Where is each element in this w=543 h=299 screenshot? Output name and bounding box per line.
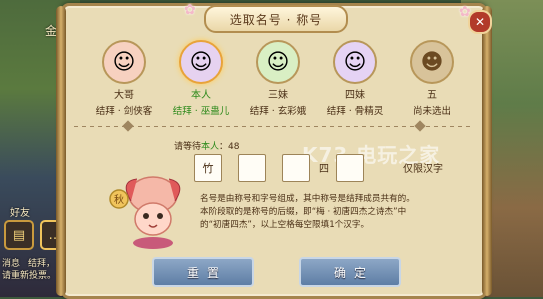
title-char-input-1[interactable]: 竹 (194, 154, 222, 182)
chat-icon[interactable]: ▤ (4, 220, 34, 250)
description-line: 名号是由称号和字号组成，其中称号是结拜成员共有的。 (200, 194, 415, 204)
bg-text-revote: 请重新投票。 (2, 271, 57, 281)
peach-mascot-icon: 秋 (109, 176, 181, 249)
title-char-input-2[interactable] (238, 154, 266, 182)
member-avatar-eldest[interactable]: ☺ 大哥 结拜 · 剑侠客 (89, 40, 159, 122)
member-avatar-third[interactable]: ☺ 三妹 结拜 · 玄彩娥 (243, 40, 313, 122)
confirm-button[interactable]: 确定 (299, 257, 401, 287)
red-hair-portrait-icon: ☺ (102, 40, 146, 84)
purple-hair-portrait-icon: ☺ (179, 40, 223, 84)
member-tag: 尚未选出 (412, 106, 451, 117)
waiting-countdown: ：48 (219, 142, 240, 152)
reset-button[interactable]: 重置 (152, 257, 254, 287)
member-tag: 结拜 · 玄彩娥 (249, 106, 307, 117)
member-avatar-row: ☺ 大哥 结拜 · 剑侠客 ☺ 本人 结拜 · 巫蛊儿 ☺ 三妹 结拜 · 玄彩… (64, 40, 484, 122)
dialog-panel: ✿ ❀ ✿ 选取名号 · 称号 ✕ ☺ 大哥 结拜 · 剑侠客 ☺ 本人 结拜 … (56, 2, 492, 299)
member-avatar-self[interactable]: ☺ 本人 结拜 · 巫蛊儿 (166, 40, 236, 122)
member-role: 四妹 (345, 90, 365, 101)
waiting-status: 请等待本人：48 (174, 139, 239, 152)
divider-ornament (414, 120, 426, 132)
member-role: 大哥 (114, 90, 134, 101)
member-avatar-fourth[interactable]: ☺ 四妹 结拜 · 骨精灵 (320, 40, 390, 122)
title-char-input-4[interactable] (336, 154, 364, 182)
close-icon[interactable]: ✕ (468, 10, 492, 34)
waiting-prefix: 请等待 (174, 142, 202, 152)
green-hair-portrait-icon: ☺ (256, 40, 300, 84)
member-tag: 结拜 · 剑侠客 (95, 106, 153, 117)
blossom-decoration: ✿ (184, 2, 196, 18)
svg-text:秋: 秋 (114, 193, 124, 206)
member-tag: 结拜 · 巫蛊儿 (172, 106, 230, 117)
title-char-input-3[interactable] (282, 154, 310, 182)
member-role: 本人 (191, 90, 211, 101)
bg-text-friends: 好友 (10, 208, 30, 219)
title-char-label: 四 (319, 164, 329, 175)
divider-ornament (122, 120, 134, 132)
description-line: 的“初唐四杰”，以上空格每空限填1个汉字。 (200, 220, 370, 230)
member-avatar-fifth[interactable]: ☻ 五 尚未选出 (397, 40, 467, 122)
description-line: 本阶段取的是称号的后缀，即“梅 · 初唐四杰之诗杰”中 (200, 207, 407, 217)
member-tag: 结拜 · 骨精灵 (326, 106, 384, 117)
placeholder-portrait-icon: ☻ (410, 40, 454, 84)
waiting-highlight: 本人 (201, 142, 220, 152)
member-role: 五 (427, 90, 437, 101)
input-hint: 仅限汉字 (403, 164, 443, 175)
member-role: 三妹 (268, 90, 288, 101)
description-text: 名号是由称号和字号组成，其中称号是结拜成员共有的。 本阶段取的是称号的后缀，即“… (200, 193, 450, 232)
dialog-title: 选取名号 · 称号 (204, 5, 348, 33)
violet-hair-portrait-icon: ☺ (333, 40, 377, 84)
